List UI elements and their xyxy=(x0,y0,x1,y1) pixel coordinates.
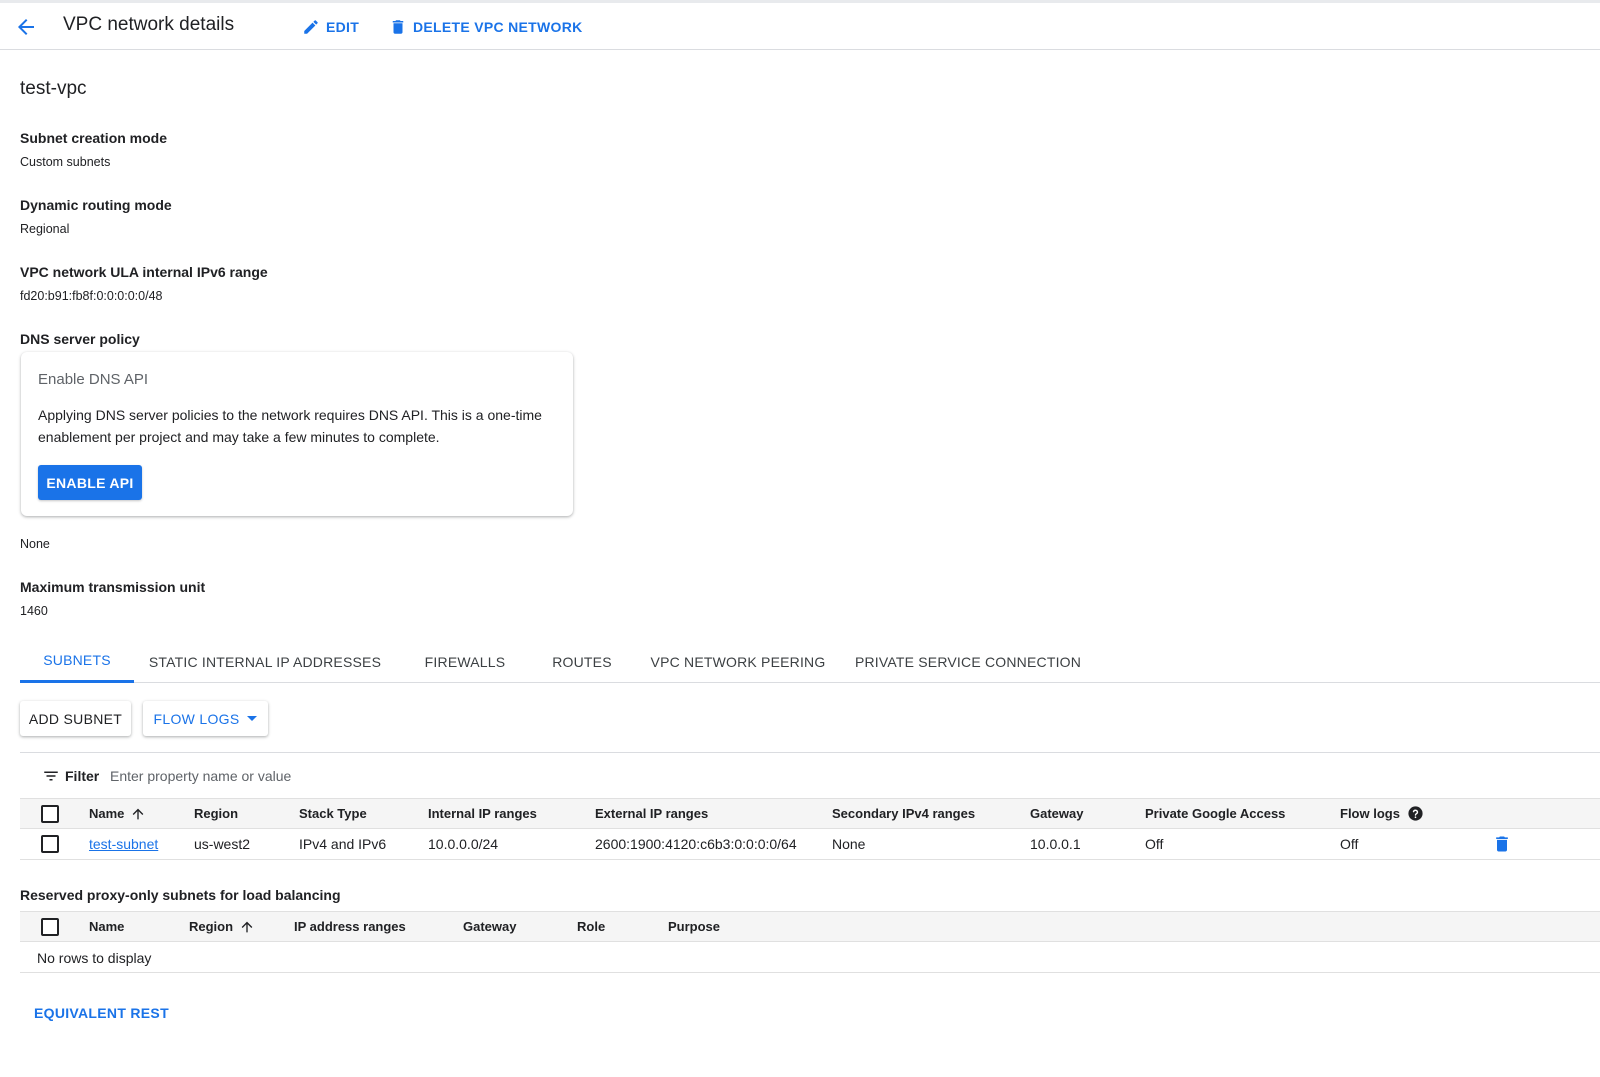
tab-bar: SUBNETS STATIC INTERNAL IP ADDRESSES FIR… xyxy=(20,640,1600,683)
proxy-table-header: Name Region IP address ranges Gateway Ro… xyxy=(20,911,1600,942)
subnet-name-link[interactable]: test-subnet xyxy=(89,829,158,859)
sort-ascending-icon xyxy=(133,808,144,819)
filter-input[interactable] xyxy=(110,763,610,789)
proxy-column-header-name[interactable]: Name xyxy=(89,912,124,941)
routing-mode-label: Dynamic routing mode xyxy=(20,197,172,213)
filter-label: Filter xyxy=(65,768,100,784)
column-header-internal-ip-ranges[interactable]: Internal IP ranges xyxy=(428,799,537,828)
mtu-value: 1460 xyxy=(20,604,48,618)
proxy-select-all-checkbox[interactable] xyxy=(41,917,59,936)
column-header-gateway[interactable]: Gateway xyxy=(1030,799,1083,828)
subnet-external-ip-range: 2600:1900:4120:c6b3:0:0:0:0/64 xyxy=(595,836,797,852)
subnet-region: us-west2 xyxy=(194,836,251,852)
tab-routes[interactable]: ROUTES xyxy=(547,640,617,683)
delete-vpc-network-button[interactable]: DELETE VPC NETWORK xyxy=(389,17,583,37)
tab-private-service-connection[interactable]: PRIVATE SERVICE CONNECTION xyxy=(855,640,1081,683)
proxy-empty-row xyxy=(20,942,1600,973)
table-row: test-subnet us-west2 IPv4 and IPv6 10.0.… xyxy=(20,829,1600,860)
proxy-column-header-region-label: Region xyxy=(189,919,234,934)
proxy-column-header-region[interactable]: Region xyxy=(189,912,255,941)
delete-label: DELETE VPC NETWORK xyxy=(413,19,583,35)
no-rows-message: No rows to display xyxy=(37,950,152,966)
proxy-column-header-gateway[interactable]: Gateway xyxy=(463,912,516,941)
tab-subnets[interactable]: SUBNETS xyxy=(20,640,134,683)
sort-ascending-icon xyxy=(241,921,253,932)
edit-button[interactable]: EDIT xyxy=(302,17,359,37)
tab-firewalls[interactable]: FIREWALLS xyxy=(420,640,510,683)
top-bar: VPC network details EDIT DELETE VPC NETW… xyxy=(0,0,1600,50)
filter-icon xyxy=(44,771,58,781)
column-header-stack-type[interactable]: Stack Type xyxy=(299,799,367,828)
subnet-flow-logs: Off xyxy=(1340,836,1359,852)
trash-icon xyxy=(392,20,404,34)
column-header-name[interactable]: Name xyxy=(89,799,146,828)
add-subnet-label: ADD SUBNET xyxy=(28,710,123,727)
subnet-internal-ip-range: 10.0.0.0/24 xyxy=(428,836,499,852)
subnet-private-google-access: Off xyxy=(1145,836,1164,852)
column-header-external-ip-ranges[interactable]: External IP ranges xyxy=(595,799,708,828)
enable-dns-api-card: Enable DNS API Applying DNS server polic… xyxy=(21,352,573,516)
filter-bar: Filter xyxy=(20,752,1600,798)
equivalent-rest-link[interactable]: EQUIVALENT REST xyxy=(34,1005,169,1021)
column-header-flow-logs-label: Flow logs xyxy=(1340,806,1400,821)
proxy-subnets-title: Reserved proxy-only subnets for load bal… xyxy=(20,887,341,903)
proxy-column-header-role[interactable]: Role xyxy=(577,912,605,941)
dns-card-title: Enable DNS API xyxy=(38,371,149,388)
subnet-stack-type: IPv4 and IPv6 xyxy=(299,836,387,852)
back-arrow-icon[interactable] xyxy=(14,15,38,39)
subnet-secondary-ranges: None xyxy=(832,836,866,852)
dns-card-text: Applying DNS server policies to the netw… xyxy=(38,407,542,445)
subnet-gateway: 10.0.0.1 xyxy=(1030,836,1081,852)
column-header-name-label: Name xyxy=(89,806,125,821)
tab-vpc-network-peering[interactable]: VPC NETWORK PEERING xyxy=(651,640,826,683)
enable-api-button[interactable]: ENABLE API xyxy=(38,465,142,500)
help-icon[interactable] xyxy=(1407,805,1424,822)
subnets-table-header: Name Region Stack Type Internal IP range… xyxy=(20,798,1600,829)
column-header-region[interactable]: Region xyxy=(194,799,238,828)
caret-down-icon xyxy=(247,716,258,721)
subnet-mode-value: Custom subnets xyxy=(20,155,111,169)
pencil-icon xyxy=(304,20,318,34)
delete-subnet-icon[interactable] xyxy=(1492,834,1512,854)
proxy-column-header-ip-ranges[interactable]: IP address ranges xyxy=(294,912,406,941)
routing-mode-value: Regional xyxy=(20,222,70,236)
dns-policy-label: DNS server policy xyxy=(20,331,140,347)
page-title: VPC network details xyxy=(63,14,235,35)
ipv6-range-value: fd20:b91:fb8f:0:0:0:0:0/48 xyxy=(20,289,163,303)
dns-policy-value: None xyxy=(20,537,50,551)
flow-logs-dropdown[interactable]: FLOW LOGS xyxy=(143,701,268,736)
ipv6-range-label: VPC network ULA internal IPv6 range xyxy=(20,264,268,280)
mtu-label: Maximum transmission unit xyxy=(20,579,206,595)
tab-static-internal-ip-addresses[interactable]: STATIC INTERNAL IP ADDRESSES xyxy=(149,640,381,683)
column-header-flow-logs[interactable]: Flow logs xyxy=(1340,799,1424,828)
column-header-secondary-ipv4-ranges[interactable]: Secondary IPv4 ranges xyxy=(832,799,975,828)
add-subnet-button[interactable]: ADD SUBNET xyxy=(20,701,131,736)
select-all-checkbox[interactable] xyxy=(41,804,59,823)
subnet-mode-label: Subnet creation mode xyxy=(20,130,168,146)
proxy-column-header-purpose[interactable]: Purpose xyxy=(668,912,720,941)
network-name: test-vpc xyxy=(20,78,87,99)
column-header-private-google-access[interactable]: Private Google Access xyxy=(1145,799,1285,828)
edit-label: EDIT xyxy=(326,19,360,35)
flow-logs-label: FLOW LOGS xyxy=(153,710,240,727)
row-checkbox[interactable] xyxy=(41,835,59,853)
